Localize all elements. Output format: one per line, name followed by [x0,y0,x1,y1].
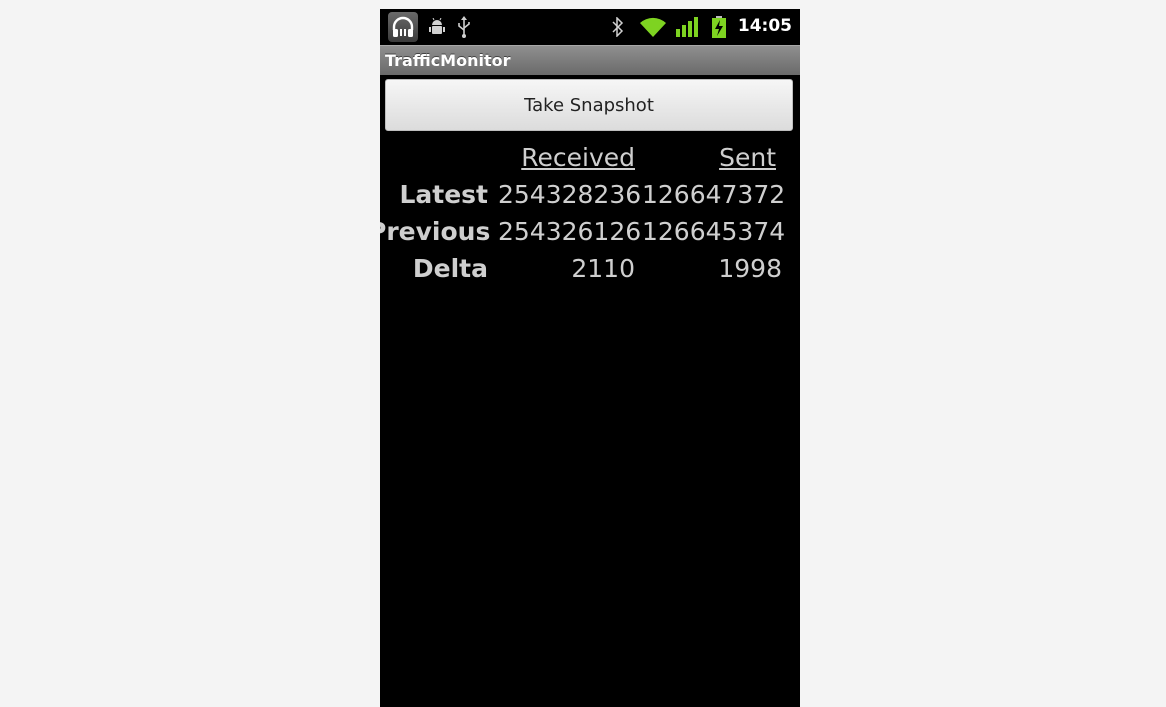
latest-received: 254328236 [498,180,642,209]
delta-received: 2110 [571,254,635,283]
phone-screen: 14:05 TrafficMonitor Take Snapshot Recei… [380,9,800,707]
battery-charging-icon [711,16,727,42]
latest-sent: 126647372 [642,180,786,209]
wifi-icon [640,17,666,41]
header-received: Received [521,143,635,172]
signal-icon [676,17,698,41]
status-time: 14:05 [737,16,792,36]
row-label-latest: Latest [399,180,488,209]
android-debug-icon [429,17,445,40]
header-sent: Sent [719,143,776,172]
app-title: TrafficMonitor [385,51,511,70]
delta-sent: 1998 [718,254,782,283]
previous-sent: 126645374 [642,217,786,246]
previous-received: 254326126 [498,217,642,246]
status-bar: 14:05 [380,9,800,45]
bluetooth-icon [612,16,624,41]
take-snapshot-button[interactable]: Take Snapshot [385,79,793,131]
row-label-delta: Delta [412,254,488,283]
usb-icon [456,16,472,42]
app-title-bar: TrafficMonitor [380,45,800,75]
row-label-previous: Previous [380,217,491,246]
headset-icon [388,12,418,42]
